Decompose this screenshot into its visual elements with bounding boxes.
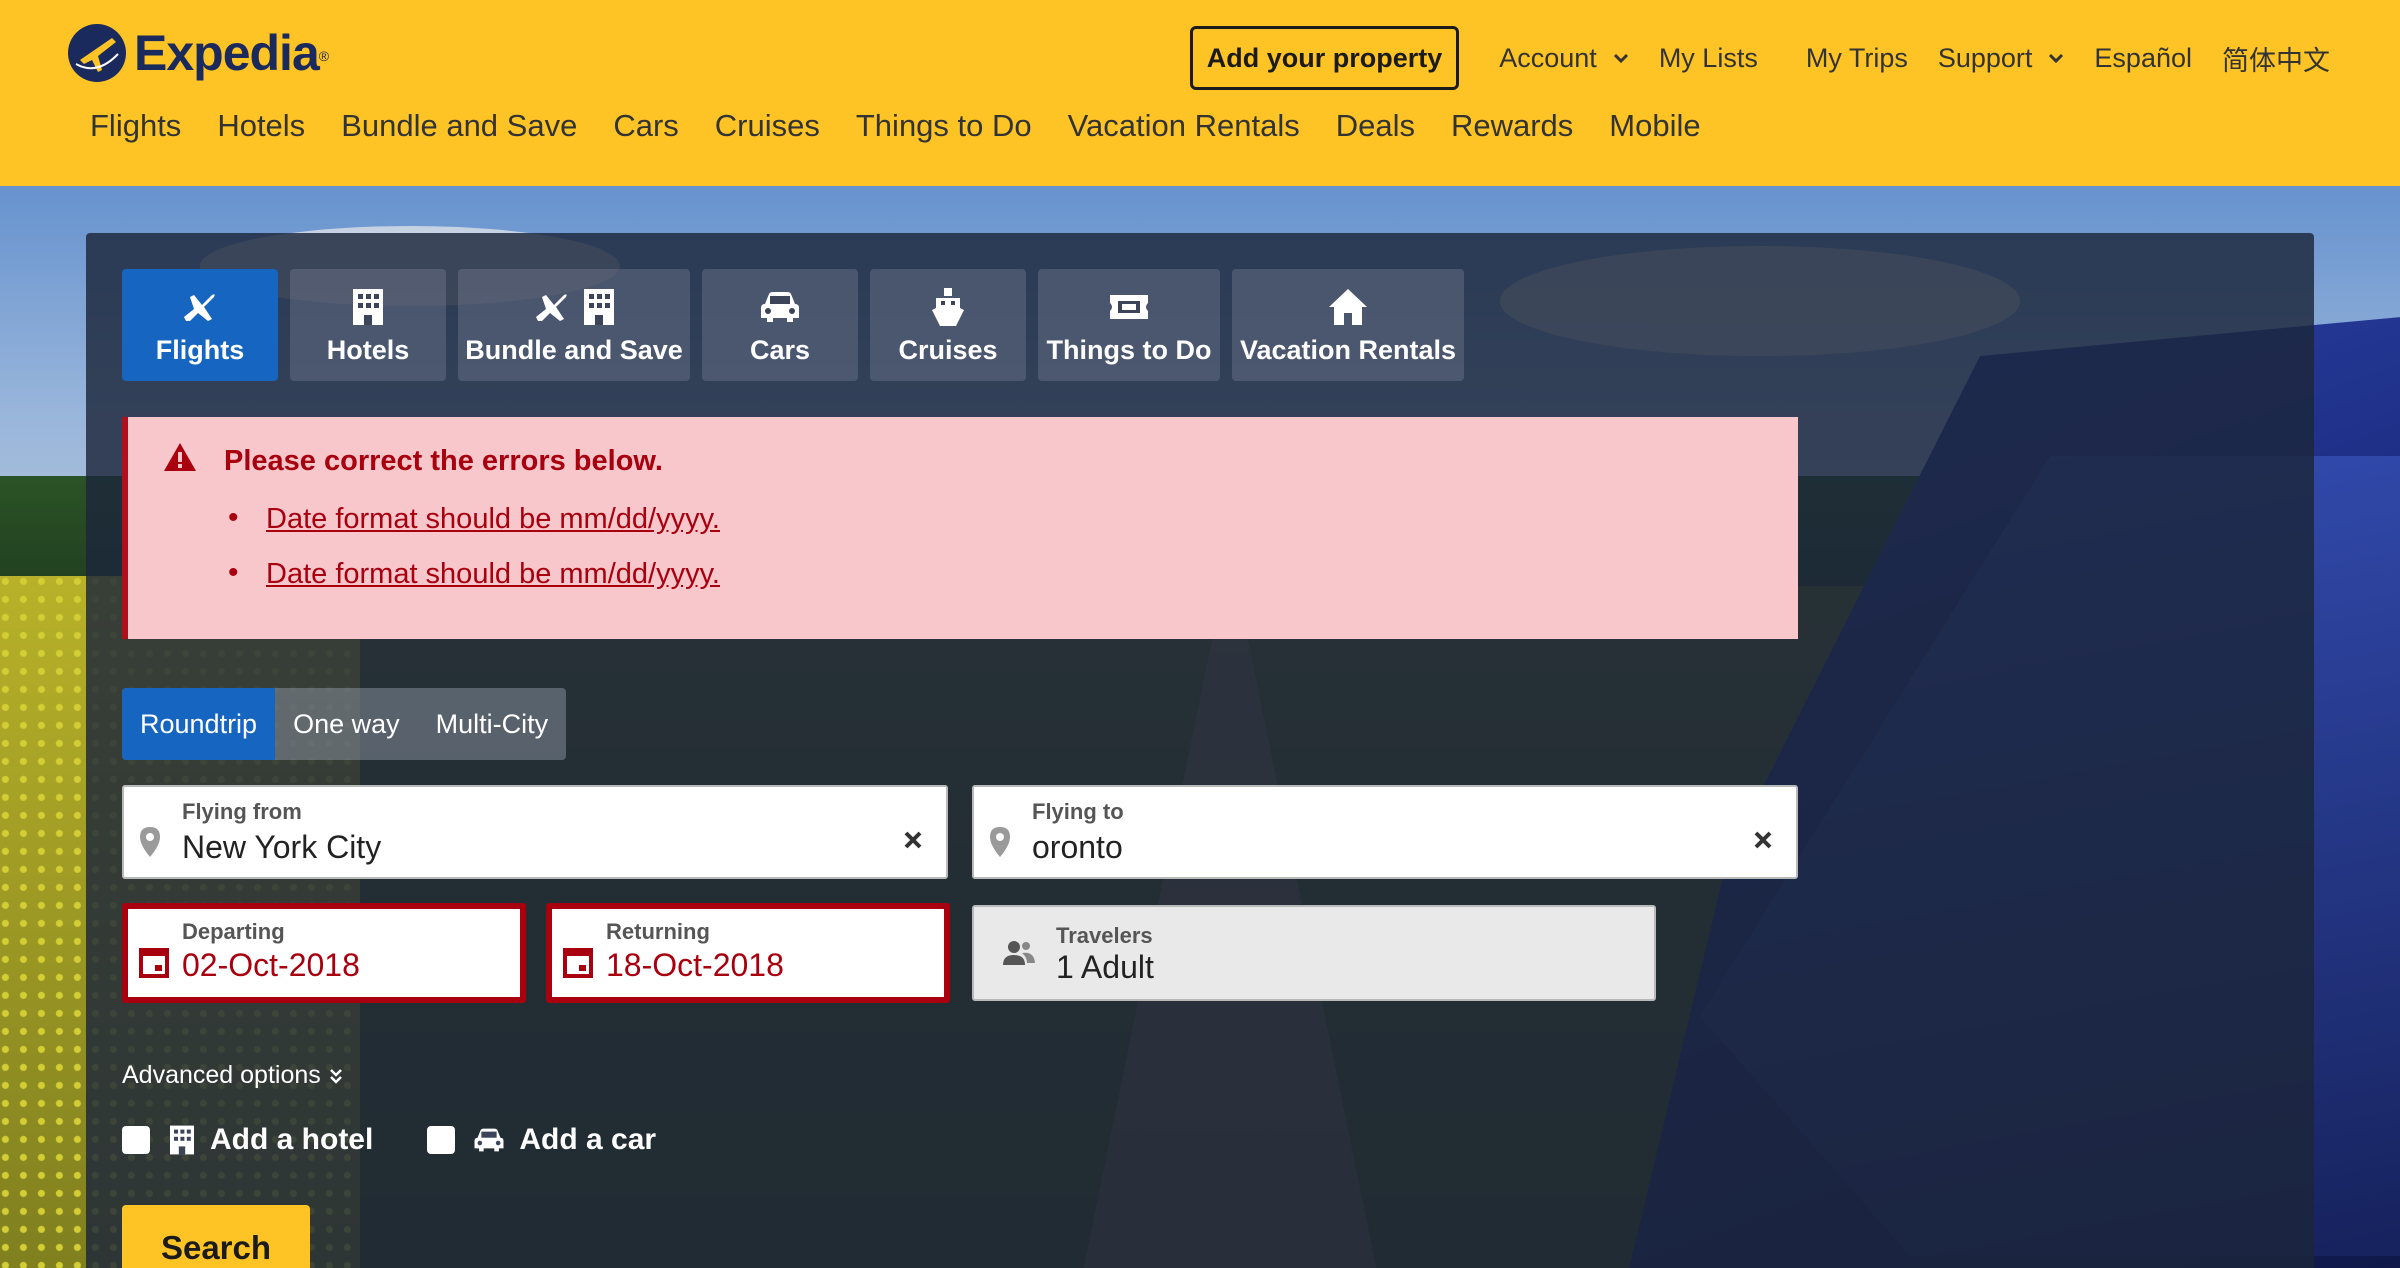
account-menu[interactable]: Account [1499,43,1629,74]
tab-bundle-and-save[interactable]: Bundle and Save [458,269,690,381]
error-link-departing-date[interactable]: Date format should be mm/dd/yyyy. [228,501,720,536]
plane-icon [536,293,567,321]
ship-icon [932,287,964,326]
language-espanol-link[interactable]: Español [2094,43,2192,74]
returning-date-field[interactable]: Returning 18-Oct-2018 [546,903,950,1003]
calendar-icon [139,948,169,978]
search-panel: Flights Hotels Bundle and Save Cars Crui… [86,233,2314,1268]
calendar-icon [563,948,593,978]
flying-from-field[interactable]: Flying from New York City [122,785,948,879]
error-title: Please correct the errors below. [224,445,663,477]
hotel-icon [170,1125,194,1155]
nav-mobile[interactable]: Mobile [1609,108,1700,144]
trip-type-one-way[interactable]: One way [275,688,418,760]
tab-things-to-do[interactable]: Things to Do [1038,269,1220,381]
car-icon [474,1128,504,1152]
returning-value: 18-Oct-2018 [606,947,784,983]
tab-label: Flights [155,334,245,365]
flying-from-value: New York City [182,829,382,865]
chevron-down-icon [1613,53,1628,64]
travelers-label: Travelers [1056,923,1153,948]
clear-icon[interactable] [904,831,922,849]
logo-wordmark: Expedia [134,25,320,81]
nav-things-to-do[interactable]: Things to Do [856,108,1032,144]
add-hotel-option[interactable]: Add a hotel [122,1123,373,1157]
trip-type-roundtrip[interactable]: Roundtrip [122,688,276,760]
add-car-checkbox[interactable] [427,1126,456,1154]
nav-hotels[interactable]: Hotels [217,108,305,144]
departing-date-field[interactable]: Departing 02-Oct-2018 [122,903,526,1003]
hotel-icon [584,288,614,325]
search-button[interactable]: Search [122,1205,310,1268]
nav-deals[interactable]: Deals [1336,108,1415,144]
add-car-option[interactable]: Add a car [427,1123,656,1157]
returning-label: Returning [606,919,710,944]
tab-hotels[interactable]: Hotels [290,269,446,381]
location-pin-icon [990,827,1010,857]
main-nav: Flights Hotels Bundle and Save Cars Crui… [90,108,1701,144]
account-label: Account [1499,42,1597,73]
departing-label: Departing [182,919,285,944]
departing-value: 02-Oct-2018 [182,947,360,983]
trip-type-multi-city[interactable]: Multi-City [418,688,567,760]
flying-to-value: oronto [1032,829,1123,865]
flying-to-field[interactable]: Flying to oronto [972,785,1798,879]
warning-icon [164,443,196,471]
my-trips-link[interactable]: My Trips [1806,43,1908,74]
nav-bundle-and-save[interactable]: Bundle and Save [341,108,577,144]
add-hotel-label: Add a hotel [210,1123,374,1156]
travelers-value: 1 Adult [1056,949,1154,985]
nav-cruises[interactable]: Cruises [715,108,820,144]
add-ons: Add a hotel Add a car [122,1123,710,1157]
tab-label: Cruises [898,334,998,365]
house-icon [1329,288,1367,325]
nav-flights[interactable]: Flights [90,108,181,144]
tab-cruises[interactable]: Cruises [870,269,1026,381]
clear-icon[interactable] [1754,831,1772,849]
tab-flights[interactable]: Flights [122,269,278,381]
nav-cars[interactable]: Cars [613,108,678,144]
add-property-button[interactable]: Add your property [1189,26,1460,90]
plane-icon [184,293,215,321]
double-chevron-down-icon [329,1068,342,1084]
tab-label: Hotels [326,334,410,365]
error-link-returning-date[interactable]: Date format should be mm/dd/yyyy. [228,556,720,591]
travelers-field[interactable]: Travelers 1 Adult [972,905,1656,1001]
language-chinese-link[interactable]: 简体中文 [2222,39,2330,78]
tab-vacation-rentals[interactable]: Vacation Rentals [1232,269,1464,381]
site-header: Expedia ® Add your property Account My L… [0,0,2400,186]
tab-label: Things to Do [1046,334,1212,365]
add-hotel-checkbox[interactable] [122,1126,150,1154]
travelers-icon [1003,941,1035,965]
support-label: Support [1937,42,2033,73]
advanced-options-toggle[interactable]: Advanced options [122,1061,343,1090]
utility-nav: Add your property Account My Lists My Tr… [1189,26,2330,90]
car-icon [761,291,799,322]
trademark-symbol: ® [318,48,330,64]
tab-label: Bundle and Save [465,334,683,365]
chevron-down-icon [2049,53,2064,64]
add-car-label: Add a car [519,1123,657,1156]
ticket-icon [1110,294,1148,319]
tab-cars[interactable]: Cars [702,269,858,381]
nav-rewards[interactable]: Rewards [1451,108,1573,144]
my-lists-link[interactable]: My Lists [1659,43,1758,74]
nav-vacation-rentals[interactable]: Vacation Rentals [1068,108,1300,144]
location-pin-icon [140,827,160,857]
expedia-logo[interactable]: Expedia ® [68,24,329,82]
tab-label: Vacation Rentals [1239,334,1457,365]
flying-to-label: Flying to [1032,799,1124,824]
error-list: Date format should be mm/dd/yyyy. Date f… [228,501,720,613]
trip-type-selector: Roundtrip One way Multi-City [122,688,567,760]
tab-label: Cars [749,334,811,365]
error-alert: Please correct the errors below. Date fo… [122,417,1798,639]
flying-from-label: Flying from [182,799,302,824]
support-menu[interactable]: Support [1938,43,2065,74]
hotel-icon [353,288,383,325]
search-type-tabs: Flights Hotels Bundle and Save Cars Crui… [122,269,1464,381]
advanced-options-label: Advanced options [122,1061,321,1089]
globe-plane-icon [68,24,126,82]
